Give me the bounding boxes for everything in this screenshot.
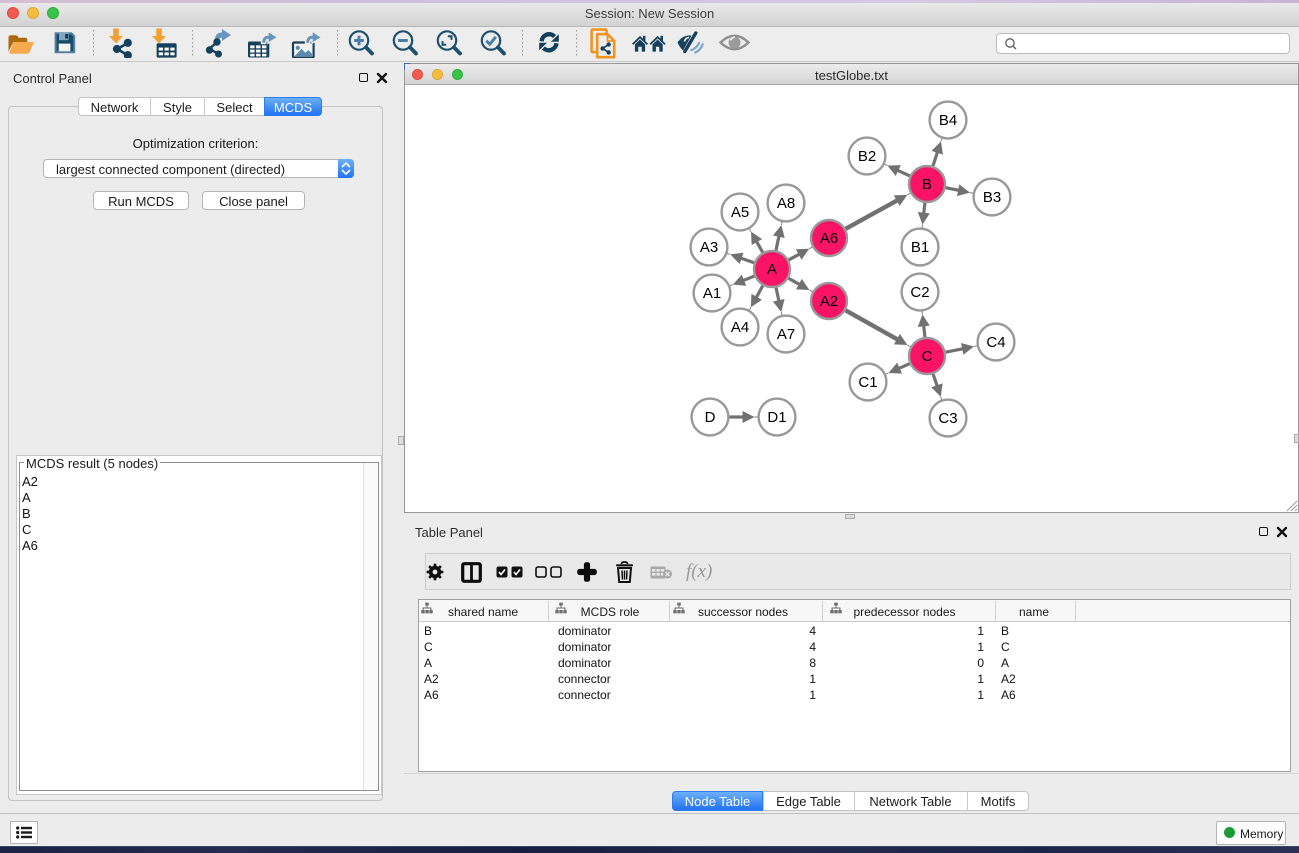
svg-text:C3: C3 [938,410,957,427]
svg-text:B1: B1 [911,239,929,256]
svg-text:A6: A6 [820,230,838,247]
svg-text:D1: D1 [767,409,786,426]
svg-text:A5: A5 [731,204,749,221]
svg-text:A1: A1 [703,285,721,302]
svg-text:D: D [705,409,716,426]
svg-text:C2: C2 [910,284,929,301]
svg-text:B4: B4 [939,112,957,129]
svg-text:A7: A7 [777,326,795,343]
svg-text:A3: A3 [700,239,718,256]
svg-text:A4: A4 [731,319,749,336]
svg-text:B3: B3 [983,189,1001,206]
svg-text:B2: B2 [858,148,876,165]
svg-text:B: B [922,176,932,193]
svg-text:C: C [922,348,933,365]
svg-text:C4: C4 [986,334,1005,351]
svg-text:C1: C1 [858,374,877,391]
svg-text:A8: A8 [777,195,795,212]
svg-text:A: A [767,261,777,278]
svg-text:A2: A2 [820,293,838,310]
